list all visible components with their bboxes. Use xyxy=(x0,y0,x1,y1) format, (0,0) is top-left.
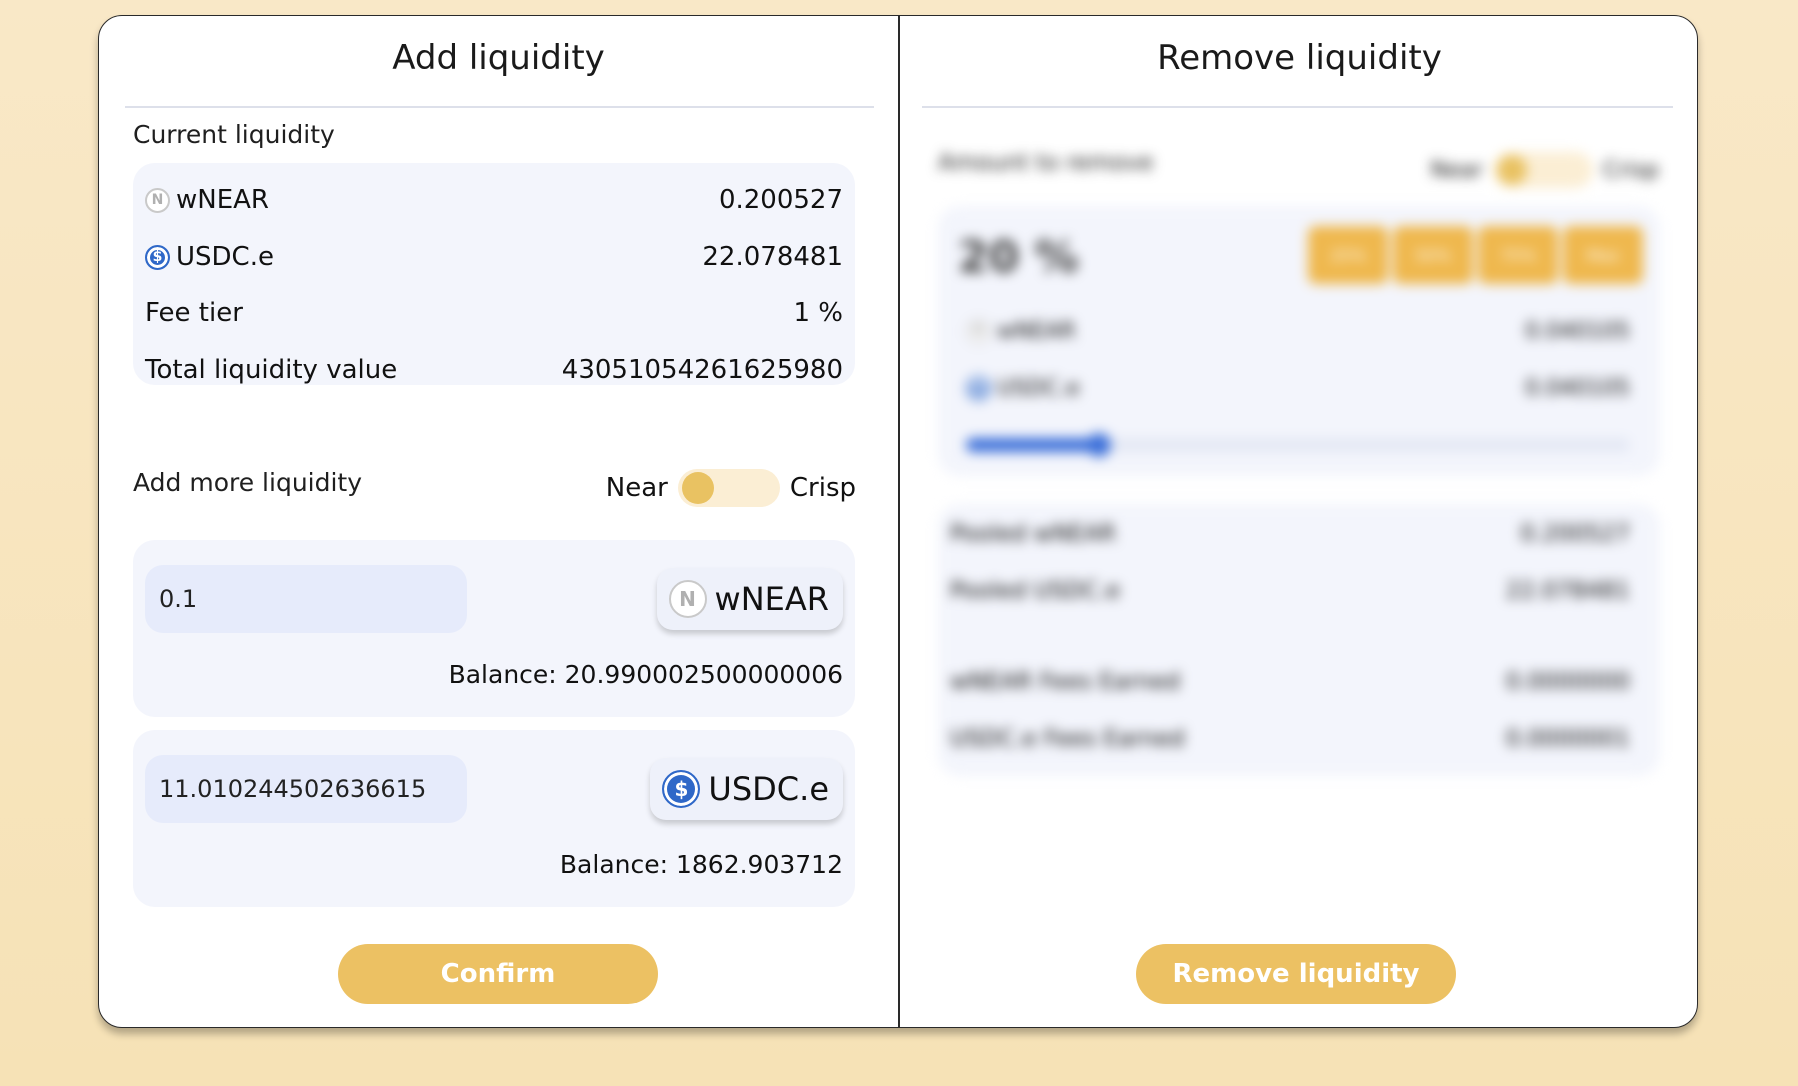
row-value: 0.040105 xyxy=(1525,318,1630,344)
wnear-token-selector[interactable]: N wNEAR xyxy=(656,568,843,630)
row-label: wNEAR Fees Earned xyxy=(950,669,1181,695)
usdc-input-box: $ USDC.e Balance: 1862.903712 xyxy=(133,730,855,907)
pct-50-button[interactable]: 50% xyxy=(1393,226,1473,284)
usdc-icon: $ xyxy=(966,375,991,401)
token-name: wNEAR xyxy=(714,580,829,618)
liquidity-row-wnear: N wNEAR 0.200527 xyxy=(145,180,843,220)
title-divider xyxy=(125,106,874,108)
row-value: 0.0000000 xyxy=(1505,669,1630,695)
pct-75-button[interactable]: 75% xyxy=(1478,226,1558,284)
usdc-icon: $ xyxy=(662,770,701,808)
remove-amount-slider[interactable] xyxy=(966,433,1630,457)
toggle-right-label: Crisp xyxy=(789,473,856,503)
token-name: USDC.e xyxy=(708,770,829,808)
add-more-liquidity-label: Add more liquidity xyxy=(133,468,363,497)
usdc-amount-input[interactable] xyxy=(145,755,467,823)
row-value: 0.200527 xyxy=(1520,521,1630,547)
toggle-left-label: Near xyxy=(605,473,668,503)
remove-percent: 20 % xyxy=(958,232,1079,283)
liquidity-row-usdc: $ USDC.e 22.078481 xyxy=(145,237,843,277)
remove-toggle-group: Near Crisp xyxy=(1431,152,1659,188)
toggle-knob xyxy=(1497,155,1528,185)
fees-row-usdc: USDC.e Fees Earned 0.0000001 xyxy=(950,719,1630,759)
near-icon: N xyxy=(668,580,707,618)
row-label: wNEAR xyxy=(997,318,1076,344)
toggle-right-label: Crisp xyxy=(1603,157,1659,183)
add-liquidity-title: Add liquidity xyxy=(392,38,605,78)
amount-to-remove-label: Amount to remove xyxy=(938,150,1154,176)
usdc-balance: Balance: 1862.903712 xyxy=(559,850,843,879)
row-value: 0.0000001 xyxy=(1505,726,1630,752)
current-liquidity-label: Current liquidity xyxy=(133,120,335,149)
title-divider xyxy=(922,106,1673,108)
row-label: USDC.e xyxy=(176,242,274,272)
row-label: Pooled wNEAR xyxy=(950,521,1116,547)
near-crisp-toggle-group: Near Crisp xyxy=(606,469,856,507)
pooled-row-usdc: Pooled USDC.e 22.078481 xyxy=(950,571,1630,611)
row-value: 43051054261625980 xyxy=(561,355,843,385)
remove-liquidity-panel: Remove liquidity Amount to remove Near C… xyxy=(900,16,1697,1027)
pooled-row-wnear: Pooled wNEAR 0.200527 xyxy=(950,514,1630,554)
pooled-info-box: Pooled wNEAR 0.200527 Pooled USDC.e 22.0… xyxy=(938,504,1660,776)
remove-near-crisp-toggle[interactable] xyxy=(1493,152,1594,188)
row-label: USDC.e Fees Earned xyxy=(950,726,1185,752)
pct-max-button[interactable]: Max xyxy=(1563,226,1643,284)
near-crisp-toggle[interactable] xyxy=(677,469,780,507)
slider-handle[interactable] xyxy=(1086,433,1111,457)
confirm-button[interactable]: Confirm xyxy=(338,944,658,1004)
wnear-balance: Balance: 20.990002500000006 xyxy=(448,660,843,689)
row-label: wNEAR xyxy=(176,185,269,215)
row-value: 22.078481 xyxy=(1505,578,1630,604)
remove-row-usdc: $ USDC.e 0.040105 xyxy=(966,368,1630,408)
fees-row-wnear: wNEAR Fees Earned 0.0000000 xyxy=(950,662,1630,702)
current-liquidity-box: N wNEAR 0.200527 $ USDC.e 22.078481 Fee … xyxy=(133,163,855,385)
toggle-knob xyxy=(681,472,714,504)
row-value: 0.200527 xyxy=(718,185,843,215)
row-label: Fee tier xyxy=(145,298,243,328)
row-label: Pooled USDC.e xyxy=(950,578,1121,604)
remove-amount-box: 20 % 25% 50% 75% Max N wNEAR 0.040105 $ … xyxy=(938,206,1660,476)
row-value: 0.040105 xyxy=(1525,375,1630,401)
row-label: Total liquidity value xyxy=(145,355,398,385)
liquidity-card: Add liquidity Current liquidity N wNEAR … xyxy=(98,15,1698,1028)
row-label: USDC.e xyxy=(997,375,1080,401)
slider-fill xyxy=(966,438,1099,452)
row-value: 1 % xyxy=(793,298,843,328)
liquidity-row-total-value: Total liquidity value 43051054261625980 xyxy=(145,350,843,390)
usdc-icon: $ xyxy=(145,244,170,270)
row-value: 22.078481 xyxy=(702,242,843,272)
remove-liquidity-button[interactable]: Remove liquidity xyxy=(1136,944,1456,1004)
liquidity-row-fee-tier: Fee tier 1 % xyxy=(145,293,843,333)
remove-row-wnear: N wNEAR 0.040105 xyxy=(966,311,1630,351)
near-icon: N xyxy=(966,318,991,344)
wnear-input-box: N wNEAR Balance: 20.990002500000006 xyxy=(133,540,855,717)
wnear-amount-input[interactable] xyxy=(145,565,467,633)
near-icon: N xyxy=(145,187,170,213)
toggle-left-label: Near xyxy=(1430,157,1484,183)
add-liquidity-panel: Add liquidity Current liquidity N wNEAR … xyxy=(99,16,898,1027)
pct-25-button[interactable]: 25% xyxy=(1308,226,1388,284)
usdc-token-selector[interactable]: $ USDC.e xyxy=(650,758,843,820)
remove-liquidity-title: Remove liquidity xyxy=(1157,38,1442,78)
